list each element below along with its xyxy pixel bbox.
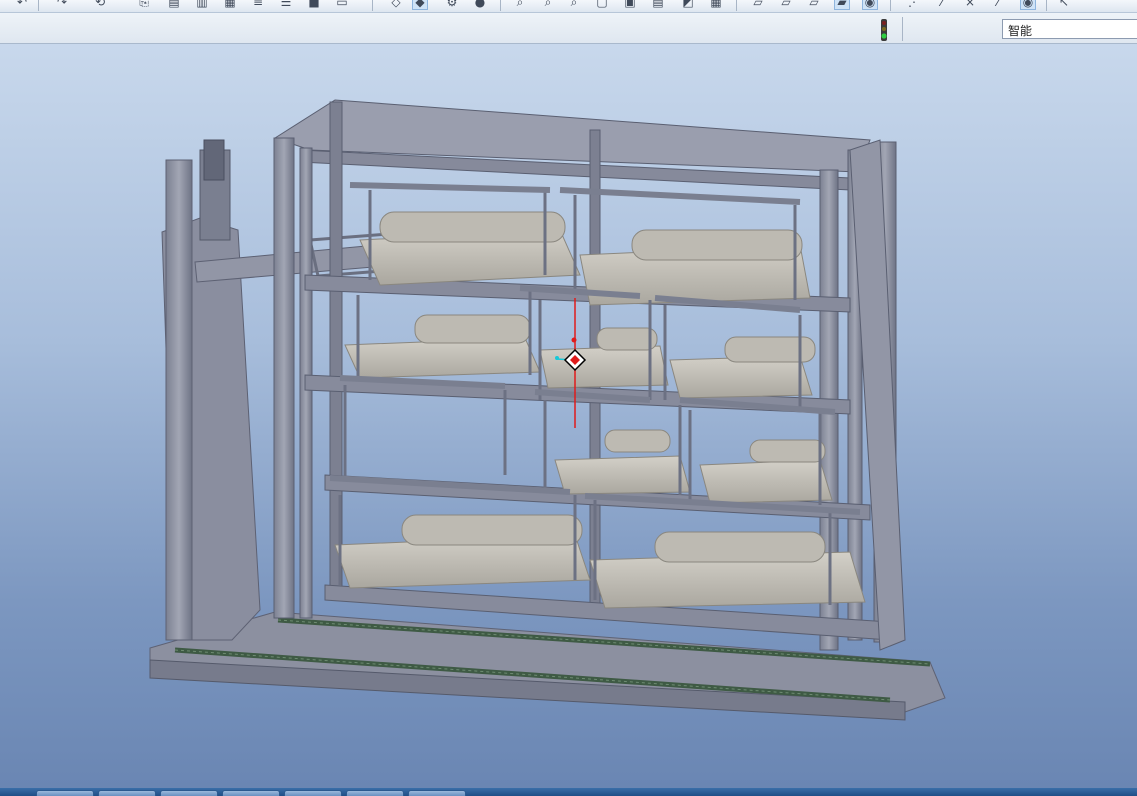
mirror-icon[interactable]: ▦ [222, 0, 238, 10]
coordinate-systems-icon[interactable]: ⁄ [990, 0, 1006, 10]
window-icon[interactable]: ■ [306, 0, 322, 10]
tray-part [604, 429, 671, 453]
tray-part [401, 514, 583, 546]
display-shaded-icon[interactable]: ▰ [834, 0, 850, 10]
toolbar-separator [1046, 0, 1047, 11]
repaint-icon[interactable]: ▭ [334, 0, 350, 10]
taskbar-app-button[interactable] [284, 790, 342, 796]
redo-icon[interactable]: ↷ [54, 0, 70, 10]
tray-part [654, 531, 826, 563]
shade-icon[interactable]: ⚙ [444, 0, 460, 10]
selection-filter-select[interactable]: 智能 [1002, 19, 1137, 39]
refit-icon[interactable]: ⌕ [566, 0, 582, 10]
tray[interactable] [699, 459, 833, 504]
toolbar-separator [736, 0, 737, 11]
zoom-in-icon[interactable]: ⌕ [512, 0, 528, 10]
taskbar-app-button[interactable] [346, 790, 404, 796]
view-manager-icon[interactable]: ● [472, 0, 488, 10]
tray-part [749, 439, 826, 463]
saved-views-icon[interactable]: ▣ [622, 0, 638, 10]
toolbar-separator [38, 0, 39, 11]
display-wireframe-icon[interactable]: ▱ [750, 0, 766, 10]
taskbar-app-button[interactable] [98, 790, 156, 796]
toolbar-separator [372, 0, 373, 11]
tray-part [414, 314, 531, 344]
taskbar-app-button[interactable] [222, 790, 280, 796]
named-views-icon[interactable]: ▢ [594, 0, 610, 10]
graphics-viewport[interactable] [0, 44, 1137, 788]
undo-icon[interactable]: ↶ [14, 0, 30, 10]
datum-points-icon[interactable]: × [962, 0, 978, 10]
3d-model[interactable] [0, 44, 1137, 788]
datum-axes-icon[interactable]: ⁄ [934, 0, 950, 10]
status-bar: 智能 [0, 13, 1137, 44]
tray-part [379, 211, 566, 243]
zoom-out-icon[interactable]: ⌕ [540, 0, 556, 10]
layer-icon[interactable]: ≡ [250, 0, 266, 10]
annotation-icon[interactable]: ◉ [1020, 0, 1036, 10]
repaint-icon[interactable]: ▦ [708, 0, 724, 10]
tray[interactable] [554, 455, 691, 495]
tray[interactable] [344, 337, 541, 379]
datum-planes-icon[interactable]: ⋰ [906, 0, 922, 10]
display-enhanced-icon[interactable]: ◉ [862, 0, 878, 10]
view-style-icon[interactable]: ▤ [650, 0, 666, 10]
display-hidden-icon[interactable]: ▱ [778, 0, 794, 10]
status-separator [902, 17, 903, 41]
layers-icon[interactable]: ◩ [680, 0, 696, 10]
display-no-hidden-icon[interactable]: ▱ [806, 0, 822, 10]
taskbar-app-button[interactable] [36, 790, 94, 796]
copy-icon[interactable]: ⎘ [136, 0, 152, 10]
regeneration-status-icon [881, 19, 887, 41]
windows-taskbar [0, 788, 1137, 796]
tray-part [631, 229, 803, 261]
regenerate-icon[interactable]: ⟲ [92, 0, 108, 10]
model-tree-icon[interactable]: ☰ [278, 0, 294, 10]
select-icon[interactable]: ↖ [1056, 0, 1072, 10]
taskbar-app-button[interactable] [160, 790, 218, 796]
spin-center-icon[interactable]: ◆ [412, 0, 428, 10]
tray-part [596, 327, 658, 351]
main-toolbar: ↶ ↷ ⟲ ⎘ ▤ ▥ ▦ ≡ ☰ ■ ▭ ◇ ◆ ⚙ ● ⌕ ⌕ ⌕ ▢ ▣ … [0, 0, 1137, 13]
orient-icon[interactable]: ◇ [388, 0, 404, 10]
taskbar-app-button[interactable] [408, 790, 466, 796]
toolbar-separator [890, 0, 891, 11]
paste-icon[interactable]: ▤ [166, 0, 182, 10]
toolbar-separator [500, 0, 501, 11]
paste-special-icon[interactable]: ▥ [194, 0, 210, 10]
